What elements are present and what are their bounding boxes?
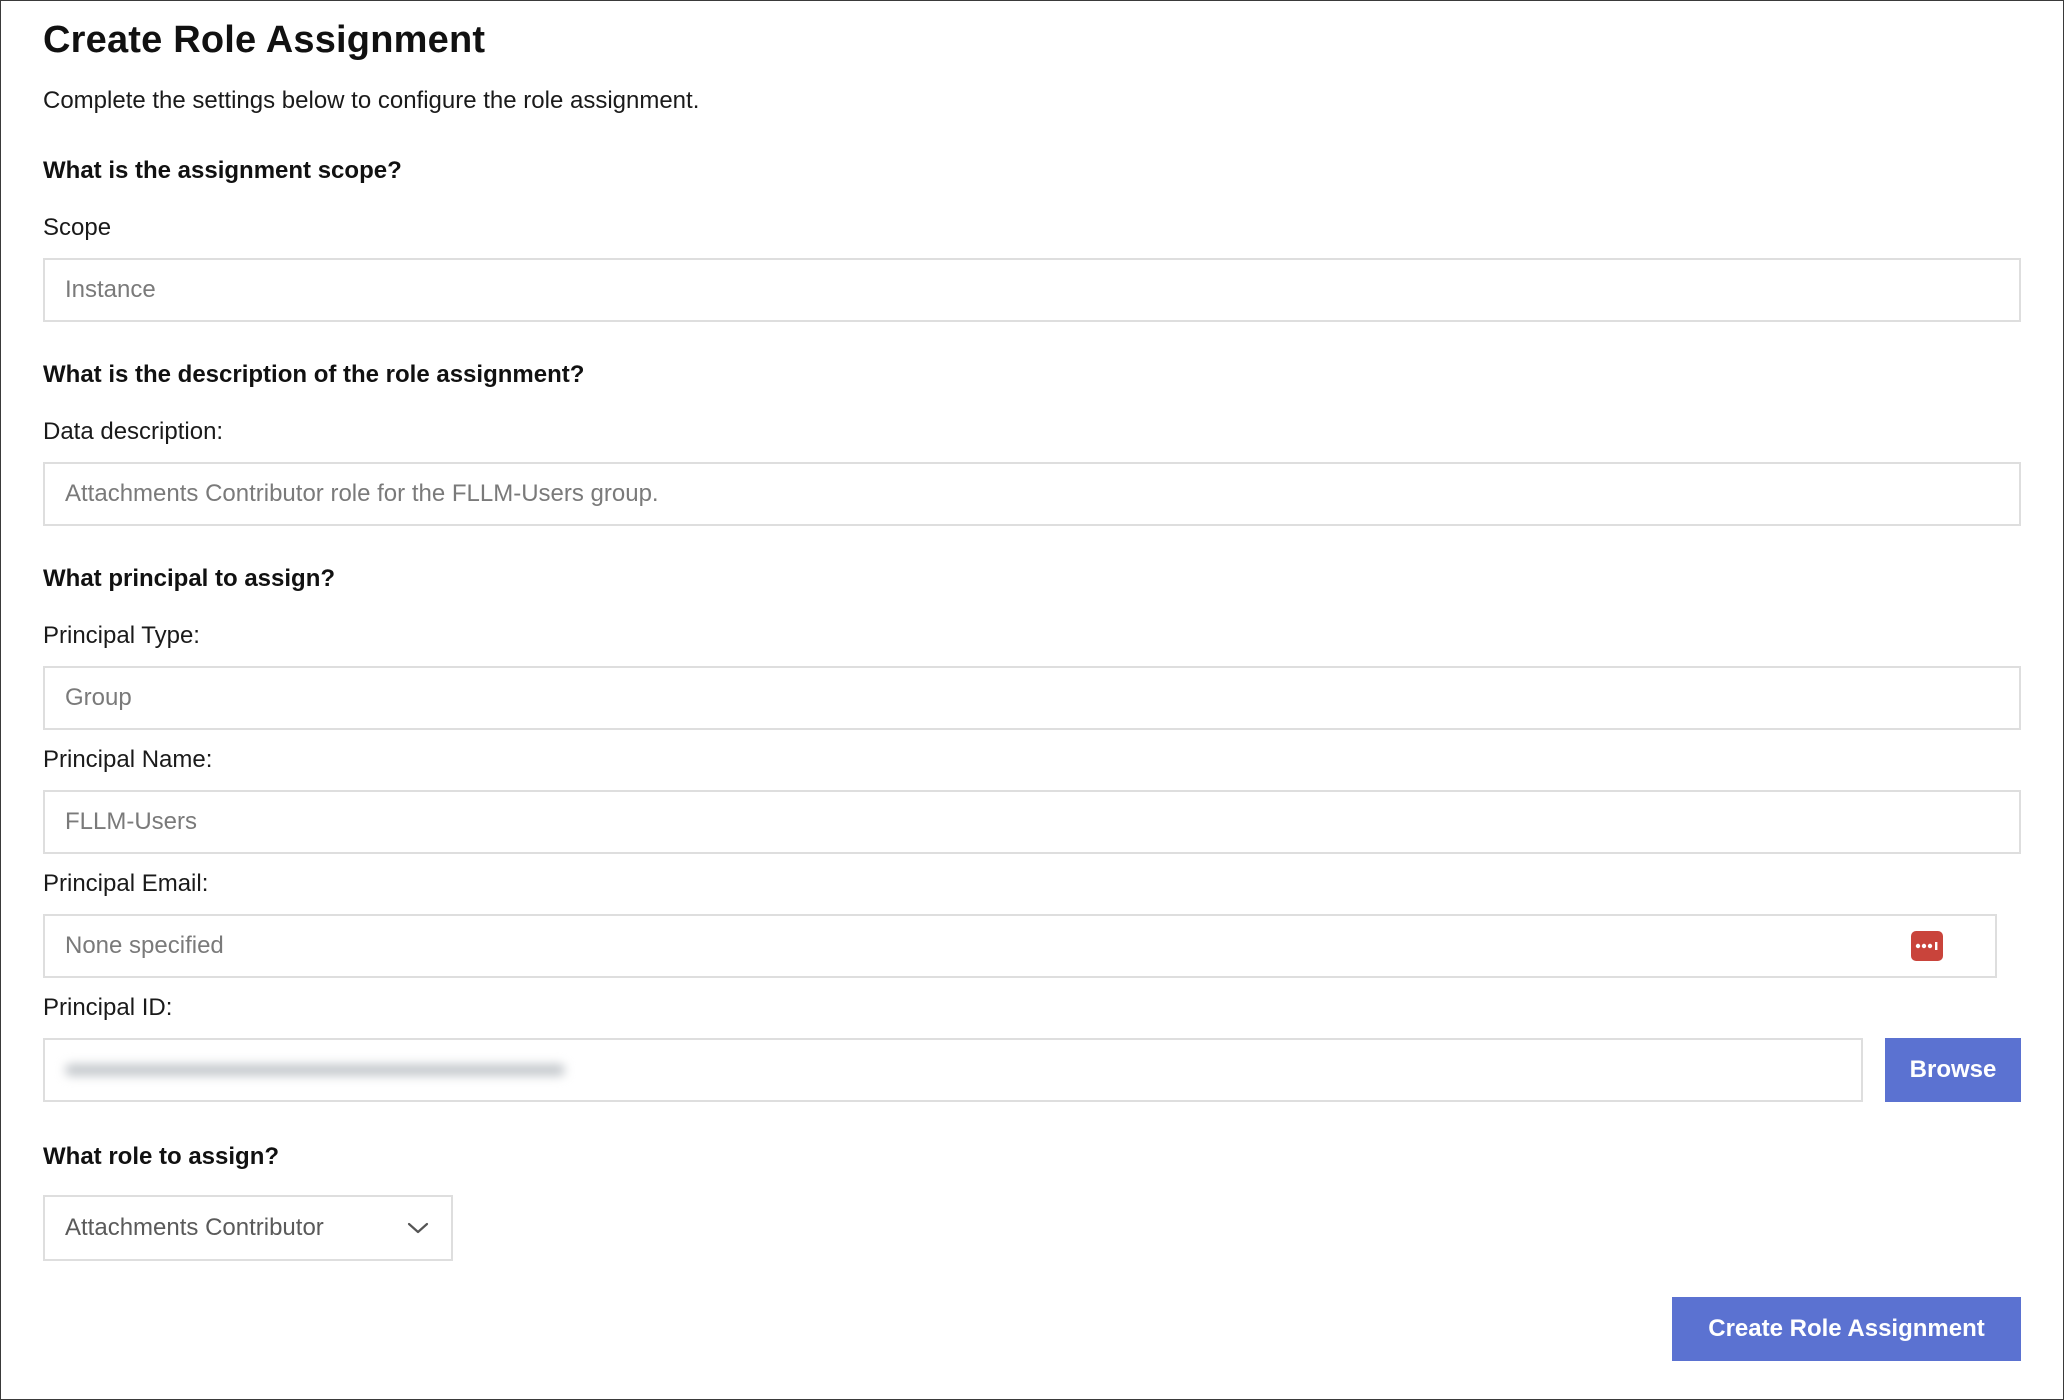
principal-id-redacted bbox=[65, 1064, 565, 1076]
scope-section-heading: What is the assignment scope? bbox=[43, 157, 402, 184]
password-manager-icon[interactable] bbox=[1911, 931, 1943, 961]
principal-email-input[interactable] bbox=[43, 914, 1997, 978]
scope-input[interactable] bbox=[43, 258, 2021, 322]
description-input[interactable] bbox=[43, 462, 2021, 526]
description-label: Data description: bbox=[43, 418, 224, 445]
role-dropdown-value: Attachments Contributor bbox=[65, 1214, 324, 1241]
principal-id-label: Principal ID: bbox=[43, 994, 173, 1021]
role-section-heading: What role to assign? bbox=[43, 1143, 280, 1170]
page-subtitle: Complete the settings below to configure… bbox=[43, 87, 700, 114]
page-title: Create Role Assignment bbox=[43, 19, 486, 61]
principal-name-input[interactable] bbox=[43, 790, 2021, 854]
chevron-down-icon bbox=[407, 1217, 429, 1239]
description-section-heading: What is the description of the role assi… bbox=[43, 361, 585, 388]
role-assignment-form: Create Role Assignment Complete the sett… bbox=[0, 0, 2064, 1400]
principal-type-label: Principal Type: bbox=[43, 622, 200, 649]
browse-button[interactable]: Browse bbox=[1885, 1038, 2021, 1102]
principal-section-heading: What principal to assign? bbox=[43, 565, 336, 592]
principal-name-label: Principal Name: bbox=[43, 746, 213, 773]
principal-id-input[interactable] bbox=[43, 1038, 1863, 1102]
password-dots-icon bbox=[1915, 942, 1938, 950]
create-role-assignment-button[interactable]: Create Role Assignment bbox=[1672, 1297, 2021, 1361]
scope-label: Scope bbox=[43, 214, 112, 241]
principal-type-input[interactable] bbox=[43, 666, 2021, 730]
principal-email-label: Principal Email: bbox=[43, 870, 209, 897]
role-dropdown[interactable]: Attachments Contributor bbox=[43, 1195, 453, 1261]
